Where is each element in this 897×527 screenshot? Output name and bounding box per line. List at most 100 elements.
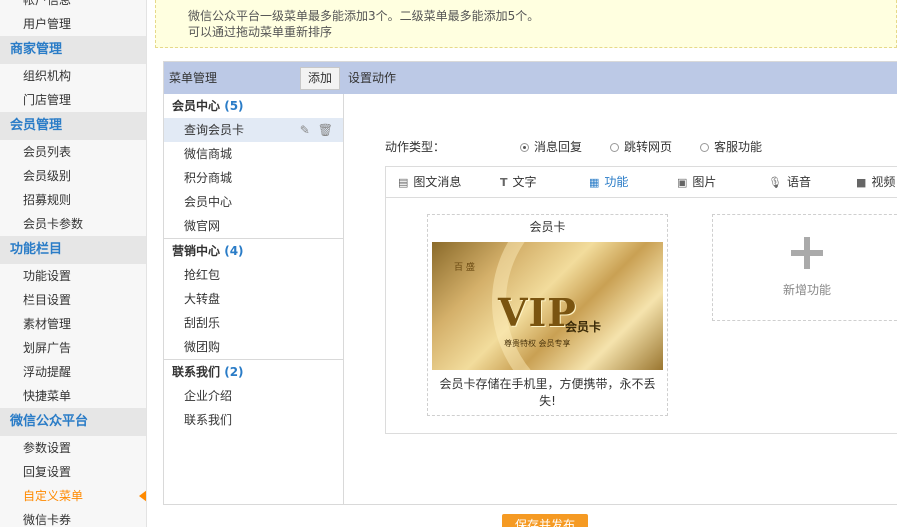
tab-text[interactable]: T 文字 [500, 167, 537, 198]
sidebar-group-merchant[interactable]: 商家管理 [0, 36, 146, 64]
sidebar-item-organization[interactable]: 组织机构 [0, 64, 146, 88]
menu-item[interactable]: 抢红包 [164, 263, 343, 287]
sidebar-item-params[interactable]: 参数设置 [0, 436, 146, 460]
add-button[interactable]: 添加 [300, 67, 340, 90]
tab-voice[interactable]: 🎙 语音 [768, 167, 811, 198]
menu-item[interactable]: 微信商城 [164, 142, 343, 166]
menu-tree: 会员中心 (5) 查询会员卡 ✎ 🗑 微信商城 积分商城 会员中心 微官网 营销中… [164, 94, 344, 504]
menu-group-count: (4) [224, 244, 244, 258]
set-action-title: 设置动作 [348, 71, 397, 85]
menu-item[interactable]: 大转盘 [164, 287, 343, 311]
action-type-label: 动作类型： [385, 140, 446, 154]
add-function-tile[interactable]: 新增功能 [712, 214, 897, 321]
tab-video[interactable]: ■ 视频 [856, 167, 895, 198]
menu-group: 营销中心 (4) 抢红包 大转盘 刮刮乐 微团购 [164, 239, 343, 360]
sidebar-item-card-params[interactable]: 会员卡参数 [0, 212, 146, 236]
plus-icon [791, 237, 823, 269]
sidebar-item-store[interactable]: 门店管理 [0, 88, 146, 112]
sidebar-item-column-settings[interactable]: 栏目设置 [0, 288, 146, 312]
menu-item[interactable]: 刮刮乐 [164, 311, 343, 335]
menu-group-count: (2) [224, 365, 244, 379]
save-publish-button[interactable]: 保存并发布 [502, 514, 588, 527]
vip-card-image: 百 盛 VIP 会员卡 尊贵特权 会员专享 [432, 242, 663, 370]
card-tagline: 尊贵特权 会员专享 [504, 339, 571, 348]
card-brand: 百 盛 [454, 263, 475, 273]
card-description: 会员卡存储在手机里，方便携带，永不丢失! [439, 377, 656, 408]
menu-item[interactable]: 联系我们 [164, 408, 343, 432]
sidebar-item-wechat-coupons[interactable]: 微信卡券 [0, 508, 146, 527]
sidebar-item-account-info[interactable]: 帐户信息 [0, 0, 146, 12]
tab-news[interactable]: ▤ 图文消息 [398, 167, 461, 198]
menu-panel: 菜单管理 添加 设置动作 会员中心 (5) 查询会员卡 ✎ 🗑 微信商城 积分商城… [163, 61, 897, 505]
menu-group-title[interactable]: 营销中心 (4) [164, 239, 343, 263]
radio-customer-service[interactable]: 客服功能 [700, 138, 762, 155]
tab-function[interactable]: ▦ 功能 [589, 167, 628, 198]
menu-management-title: 菜单管理 [169, 71, 218, 85]
menu-group-name: 联系我们 [172, 365, 221, 379]
text-icon: T [500, 176, 508, 189]
tab-label: 功能 [604, 175, 629, 189]
member-card-function[interactable]: 会员卡 百 盛 VIP 会员卡 尊贵特权 会员专享 会员卡存储在手机里，方便携带… [427, 214, 668, 416]
video-icon: ■ [856, 176, 867, 189]
news-icon: ▤ [398, 176, 409, 189]
sidebar-item-function-settings[interactable]: 功能设置 [0, 264, 146, 288]
menu-item[interactable]: 企业介绍 [164, 384, 343, 408]
sidebar-group-function[interactable]: 功能栏目 [0, 236, 146, 264]
sidebar-item-user-management[interactable]: 用户管理 [0, 12, 146, 36]
menu-item[interactable]: 会员中心 [164, 190, 343, 214]
sidebar-item-recruit-rules[interactable]: 招募规则 [0, 188, 146, 212]
sidebar-item-custom-menu[interactable]: 自定义菜单 [0, 484, 146, 508]
notice-line-2: 可以通过拖动菜单重新排序 [188, 25, 333, 39]
reply-tabs: ▤ 图文消息 T 文字 ▦ 功能 ▣ 图片 🎙 语音 ■ 视频 [386, 167, 897, 198]
grid-icon: ▦ [589, 176, 600, 189]
menu-group-count: (5) [224, 99, 244, 113]
tab-label: 视频 [871, 175, 896, 189]
edit-icon[interactable]: ✎ [300, 123, 310, 137]
sidebar-item-member-list[interactable]: 会员列表 [0, 140, 146, 164]
panel-toolbar: 菜单管理 添加 设置动作 [164, 62, 897, 94]
sidebar: 帐户信息 用户管理 商家管理 组织机构 门店管理 会员管理 会员列表 会员级别 … [0, 0, 147, 527]
notice-line-1: 微信公众平台一级菜单最多能添加3个。二级菜单最多能添加5个。 [188, 9, 540, 23]
reply-content-box: ▤ 图文消息 T 文字 ▦ 功能 ▣ 图片 🎙 语音 ■ 视频 会员卡 百 盛 VIP 会员… [385, 166, 897, 434]
tab-label: 图片 [692, 175, 717, 189]
sidebar-item-material[interactable]: 素材管理 [0, 312, 146, 336]
sidebar-item-reply-settings[interactable]: 回复设置 [0, 460, 146, 484]
radio-label: 跳转网页 [624, 140, 673, 154]
image-icon: ▣ [677, 176, 688, 189]
card-title: 会员卡 [529, 220, 566, 234]
sidebar-group-wechat[interactable]: 微信公众平台 [0, 408, 146, 436]
menu-group: 会员中心 (5) 查询会员卡 ✎ 🗑 微信商城 积分商城 会员中心 微官网 [164, 94, 343, 239]
vip-subtitle: 会员卡 [565, 320, 602, 334]
radio-label: 消息回复 [534, 140, 583, 154]
tab-label: 语音 [786, 175, 811, 189]
menu-group: 联系我们 (2) 企业介绍 联系我们 [164, 360, 343, 432]
tab-image[interactable]: ▣ 图片 [677, 167, 716, 198]
trash-icon[interactable]: 🗑 [318, 123, 333, 137]
microphone-icon: 🎙 [768, 176, 782, 189]
notice-box: 微信公众平台一级菜单最多能添加3个。二级菜单最多能添加5个。 可以通过拖动菜单重… [155, 0, 897, 48]
menu-group-title[interactable]: 会员中心 (5) [164, 94, 343, 118]
menu-item-label: 查询会员卡 [184, 123, 245, 137]
sidebar-item-quick-menu[interactable]: 快捷菜单 [0, 384, 146, 408]
menu-item[interactable]: 积分商城 [164, 166, 343, 190]
sidebar-item-member-level[interactable]: 会员级别 [0, 164, 146, 188]
radio-message-reply[interactable]: 消息回复 [520, 138, 582, 155]
sidebar-item-swipe-ad[interactable]: 划屏广告 [0, 336, 146, 360]
menu-group-name: 会员中心 [172, 99, 221, 113]
menu-group-name: 营销中心 [172, 244, 221, 258]
sidebar-item-float-reminder[interactable]: 浮动提醒 [0, 360, 146, 384]
radio-dot [610, 143, 619, 152]
radio-label: 客服功能 [714, 140, 763, 154]
add-function-label: 新增功能 [782, 283, 831, 297]
menu-item-selected[interactable]: 查询会员卡 ✎ 🗑 [164, 118, 343, 142]
menu-item-tools: ✎ 🗑 [292, 118, 333, 142]
radio-jump-web[interactable]: 跳转网页 [610, 138, 672, 155]
tab-label: 文字 [512, 175, 537, 189]
menu-item[interactable]: 微团购 [164, 335, 343, 359]
radio-dot-checked [520, 143, 529, 152]
radio-dot [700, 143, 709, 152]
menu-item[interactable]: 微官网 [164, 214, 343, 238]
menu-group-title[interactable]: 联系我们 (2) [164, 360, 343, 384]
sidebar-group-member[interactable]: 会员管理 [0, 112, 146, 140]
tab-label: 图文消息 [413, 175, 462, 189]
